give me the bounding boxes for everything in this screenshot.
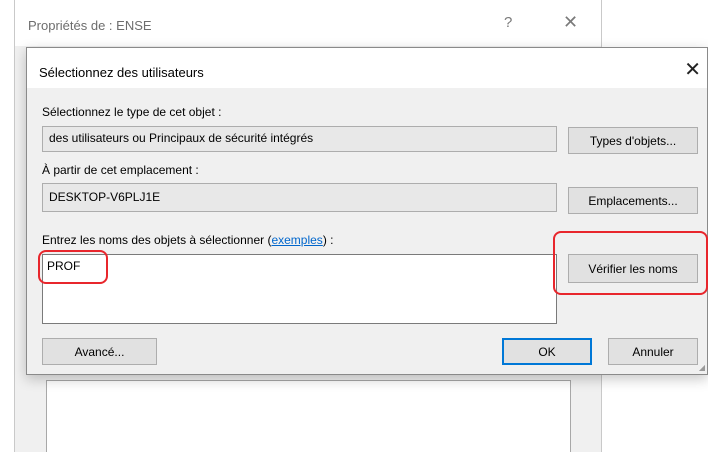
advanced-button[interactable]: Avancé... [42,338,157,365]
locations-button[interactable]: Emplacements... [568,187,698,214]
select-users-dialog: Sélectionnez des utilisateurs ✕ Sélectio… [26,47,708,375]
object-names-input[interactable] [42,254,557,324]
dialog-title: Sélectionnez des utilisateurs [39,65,204,80]
properties-titlebar: Propriétés de : ENSE ? ✕ [15,0,601,46]
properties-close-button[interactable]: ✕ [563,12,578,33]
examples-link[interactable]: exemples [271,233,322,247]
dialog-titlebar: Sélectionnez des utilisateurs ✕ [27,48,707,88]
ok-button[interactable]: OK [502,338,592,365]
names-label-suffix: ) : [322,233,334,247]
cancel-button[interactable]: Annuler [608,338,698,365]
dialog-close-button[interactable]: ✕ [684,57,701,82]
names-label-prefix: Entrez les noms des objets à sélectionne… [42,233,272,247]
properties-window-title: Propriétés de : ENSE [28,18,152,33]
names-label: Entrez les noms des objets à sélectionne… [42,233,333,247]
check-names-button[interactable]: Vérifier les noms [568,254,698,283]
resize-grip-icon[interactable]: ◢ [699,363,705,372]
location-field: DESKTOP-V6PLJ1E [42,183,557,212]
help-button[interactable]: ? [504,14,512,31]
object-type-label: Sélectionnez le type de cet objet : [42,105,222,119]
location-label: À partir de cet emplacement : [42,163,199,177]
object-type-field: des utilisateurs ou Principaux de sécuri… [42,126,557,152]
object-types-button[interactable]: Types d'objets... [568,127,698,154]
properties-member-list[interactable] [46,380,571,452]
